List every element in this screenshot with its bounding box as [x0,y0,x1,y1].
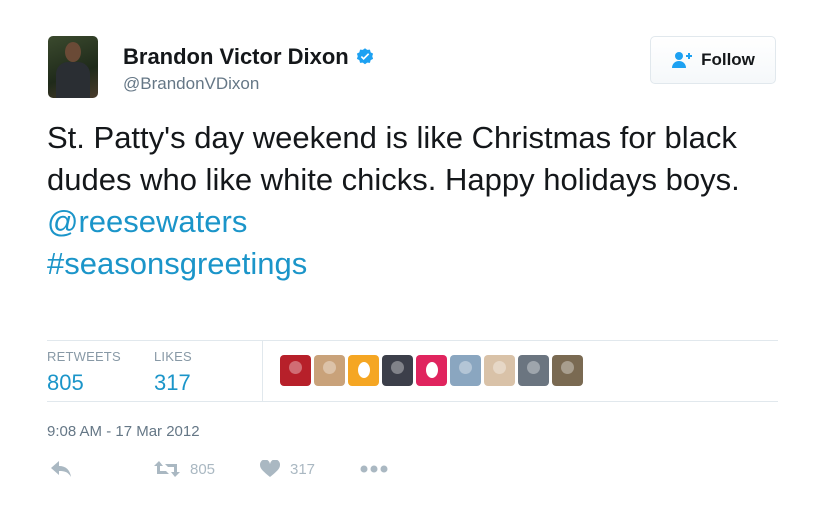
liker-photo [323,361,336,374]
tweet-mention-link[interactable]: @reesewaters [47,201,767,243]
add-user-icon [672,52,693,68]
follow-button[interactable]: Follow [650,36,776,84]
liker-photo [289,361,302,374]
liker-photo [561,361,574,374]
liker-photo [459,361,472,374]
retweet-action-count: 805 [190,460,216,478]
stats-vertical-divider [262,341,263,401]
liker-avatar[interactable] [484,355,515,386]
retweet-icon [154,461,180,477]
tweet-body: St. Patty's day weekend is like Christma… [47,120,740,197]
likes-count: 317 [154,370,191,395]
liker-avatar[interactable] [314,355,345,386]
tweet-timestamp[interactable]: 9:08 AM - 17 Mar 2012 [47,423,200,440]
more-button[interactable] [360,465,388,473]
like-action-count: 317 [290,460,316,478]
user-name[interactable]: Brandon Victor Dixon [123,44,349,70]
avatar-body [56,62,90,98]
liker-photo [493,361,506,374]
follow-button-label: Follow [701,50,755,69]
retweet-button[interactable]: 805 [154,460,215,478]
like-button[interactable]: 317 [260,460,315,478]
liker-avatar[interactable] [348,355,379,386]
reply-button[interactable] [50,460,72,478]
tweet-hashtag-link[interactable]: #seasonsgreetings [47,243,767,285]
user-handle[interactable]: @BrandonVDixon [123,74,259,94]
likes-label: LIKES [154,349,192,364]
liker-photo [391,361,404,374]
default-egg-icon [426,362,438,378]
reply-icon [51,461,71,477]
liker-avatar[interactable] [450,355,481,386]
default-egg-icon [358,362,370,378]
retweets-count: 805 [47,370,84,395]
liker-photo [527,361,540,374]
stats-top-divider [47,340,778,341]
verified-badge-icon [355,47,375,67]
tweet-text: St. Patty's day weekend is like Christma… [47,117,767,285]
retweets-stat[interactable]: RETWEETS 805 [47,349,121,396]
avatar[interactable] [48,36,98,98]
likers-avatars [280,355,583,386]
stats-bottom-divider [47,401,778,402]
retweets-label: RETWEETS [47,349,121,364]
liker-avatar[interactable] [518,355,549,386]
more-icon [360,465,388,473]
user-name-row: Brandon Victor Dixon [123,44,375,70]
likes-stat[interactable]: LIKES 317 [154,349,192,396]
heart-icon [260,460,280,477]
avatar-head [65,42,81,62]
liker-avatar[interactable] [552,355,583,386]
tweet-actions: 805 317 [50,460,410,488]
liker-avatar[interactable] [416,355,447,386]
liker-avatar[interactable] [382,355,413,386]
liker-avatar[interactable] [280,355,311,386]
